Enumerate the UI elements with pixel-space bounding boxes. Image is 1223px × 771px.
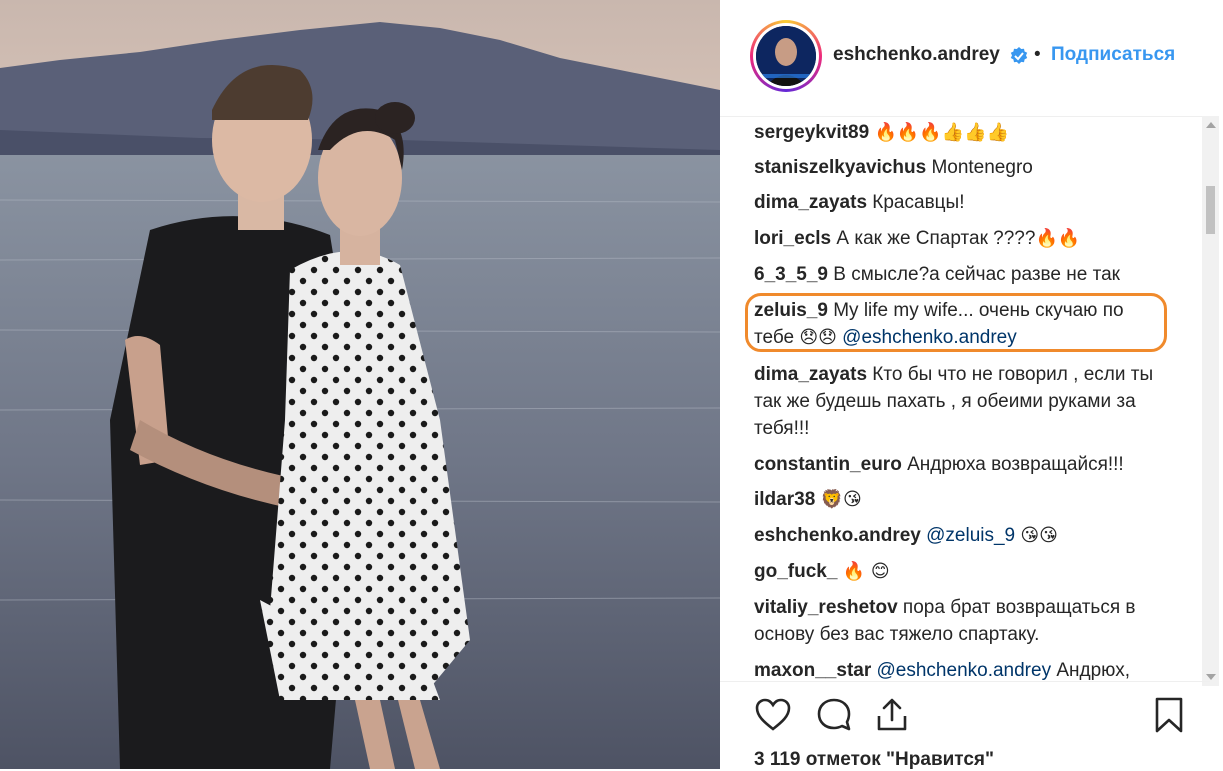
story-ring[interactable] — [750, 20, 822, 92]
post-actions: 3 119 отметок "Нравится" — [720, 681, 1210, 770]
comment-emoji: 🔥 😊 — [842, 561, 890, 582]
separator-dot: • — [1034, 44, 1041, 65]
post-photo — [0, 0, 720, 769]
comment-mention[interactable]: @zeluis_9 — [926, 525, 1015, 546]
comment-bubble-icon[interactable] — [815, 696, 853, 734]
post-side-panel: eshchenko.andrey • Подписаться sergeykvi… — [720, 0, 1223, 770]
comment-emoji: 🦁😘 — [820, 489, 862, 510]
scroll-up-arrow-icon[interactable] — [1206, 122, 1216, 128]
comment: ildar38 🦁😘 — [754, 486, 1184, 513]
comment: eshchenko.andrey @zeluis_9 😘😘 — [754, 522, 1184, 549]
comment: dima_zayats Красавцы! — [754, 189, 1184, 216]
comment: zeluis_9 My life my wife... очень скучаю… — [754, 297, 1154, 351]
comment-username[interactable]: ildar38 — [754, 489, 815, 510]
bookmark-icon[interactable] — [1150, 696, 1188, 734]
comment-username[interactable]: dima_zayats — [754, 192, 867, 213]
verified-badge-icon — [1010, 47, 1028, 64]
comment-username[interactable]: constantin_euro — [754, 454, 902, 475]
share-icon[interactable] — [873, 696, 911, 734]
comment-username[interactable]: lori_ecls — [754, 228, 831, 249]
avatar[interactable] — [756, 26, 816, 86]
comment: lori_ecls А как же Спартак ????🔥🔥 — [754, 225, 1184, 252]
post-image — [0, 0, 720, 769]
comment: dima_zayats Кто бы что не говорил , если… — [754, 361, 1154, 442]
comment-text: Красавцы! — [872, 192, 965, 213]
comment-username[interactable]: eshchenko.andrey — [754, 525, 921, 546]
post-header: eshchenko.andrey • Подписаться — [720, 0, 1210, 117]
scroll-thumb[interactable] — [1206, 186, 1215, 234]
comment-text: Андрюх, — [1056, 660, 1130, 680]
scroll-down-arrow-icon[interactable] — [1206, 674, 1216, 680]
comment-text: Андрюха возвращайся!!! — [907, 454, 1124, 475]
comment: go_fuck_ 🔥 😊 — [754, 558, 1184, 585]
comment-text: Montenegro — [931, 157, 1033, 178]
comment-emoji: 🔥🔥🔥👍👍👍 — [874, 122, 1009, 143]
comment: sergeykvit89 🔥🔥🔥👍👍👍 — [754, 119, 1184, 146]
comment: staniszelkyavichus Montenegro — [754, 154, 1184, 181]
comment-mention[interactable]: @eshchenko.andrey — [877, 660, 1052, 680]
comment-emoji: 🔥🔥 — [1035, 228, 1081, 249]
comment-username[interactable]: sergeykvit89 — [754, 122, 869, 143]
comments-scrollbar[interactable] — [1202, 116, 1219, 686]
comment-text: А как же Спартак ???? — [836, 228, 1036, 249]
heart-icon[interactable] — [754, 696, 792, 734]
comment-mention[interactable]: @eshchenko.andrey — [842, 327, 1017, 348]
follow-button[interactable]: Подписаться — [1051, 44, 1175, 66]
comment: 6_3_5_9 В смысле?а сейчас разве не так — [754, 261, 1184, 288]
comment-username[interactable]: zeluis_9 — [754, 300, 828, 321]
comment-emoji: 😞😞 — [799, 327, 837, 348]
comment-text: В смысле?а сейчас разве не так — [833, 264, 1120, 285]
comment: maxon__star @eshchenko.andrey Андрюх, — [754, 657, 1190, 680]
post-username[interactable]: eshchenko.andrey — [833, 44, 1000, 66]
comment: constantin_euro Андрюха возвращайся!!! — [754, 451, 1184, 478]
comment-username[interactable]: dima_zayats — [754, 364, 867, 385]
comment-username[interactable]: maxon__star — [754, 660, 871, 680]
comments-list: sergeykvit89 🔥🔥🔥👍👍👍 staniszelkyavichus M… — [720, 117, 1190, 680]
comment-username[interactable]: 6_3_5_9 — [754, 264, 828, 285]
likes-count[interactable]: 3 119 отметок "Нравится" — [754, 749, 994, 771]
comment-username[interactable]: staniszelkyavichus — [754, 157, 926, 178]
comment-username[interactable]: go_fuck_ — [754, 561, 837, 582]
comment-emoji: 😘😘 — [1020, 525, 1058, 546]
comment: vitaliy_reshetov пора брат возвращаться … — [754, 594, 1154, 648]
comment-username[interactable]: vitaliy_reshetov — [754, 597, 898, 618]
